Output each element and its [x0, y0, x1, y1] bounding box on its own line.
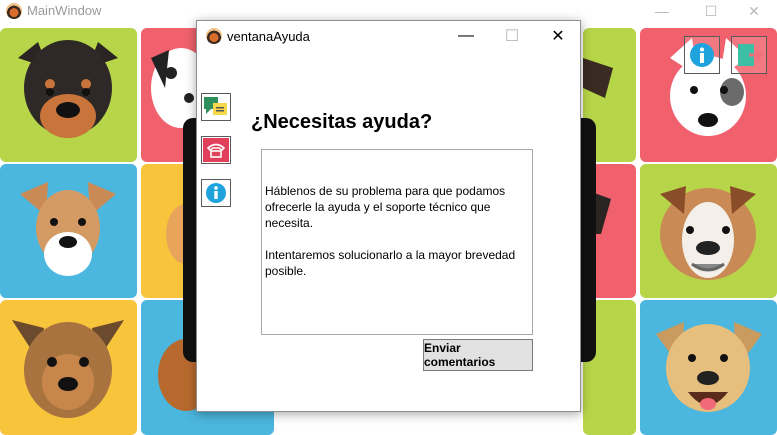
- exit-door-icon: [738, 44, 763, 66]
- labrador-image: [656, 322, 762, 412]
- info-icon: [690, 43, 714, 67]
- fox-terrier-image: [20, 182, 116, 276]
- dog-tile-yorkshire[interactable]: [0, 300, 137, 435]
- close-button[interactable]: ✕: [731, 0, 777, 22]
- dog-app-icon: [206, 28, 222, 44]
- dog-app-icon: [6, 3, 22, 19]
- dialog-titlebar: ventanaAyuda — ☐ ✕: [197, 21, 580, 51]
- chat-icon: [204, 97, 227, 115]
- send-feedback-button[interactable]: Enviar comentarios: [423, 339, 533, 371]
- bulldog-image: [660, 186, 756, 280]
- help-paragraph-2: Intentaremos solucionarlo a la mayor bre…: [265, 248, 516, 278]
- dog-tile-bulldog[interactable]: [640, 164, 777, 298]
- main-exit-button[interactable]: [731, 36, 767, 74]
- dialog-close-button[interactable]: ✕: [535, 21, 581, 51]
- phone-button[interactable]: [201, 136, 231, 164]
- dog-tile-rottweiler[interactable]: [0, 28, 137, 162]
- main-window-title: MainWindow: [27, 3, 102, 18]
- main-titlebar: MainWindow — ☐ ✕: [0, 0, 777, 22]
- phone-icon: [203, 138, 229, 162]
- help-paragraph-1: Háblenos de su problema para que podamos…: [265, 184, 506, 230]
- help-dialog: ventanaAyuda — ☐ ✕ ¿Necesitas ayuda? Háb…: [196, 20, 581, 412]
- info-icon: [206, 183, 226, 203]
- minimize-button[interactable]: —: [639, 0, 685, 22]
- info-button[interactable]: [201, 179, 231, 207]
- dialog-title: ventanaAyuda: [227, 29, 310, 44]
- chat-button[interactable]: [201, 93, 231, 121]
- main-info-button[interactable]: [684, 36, 720, 74]
- yorkshire-image: [12, 320, 124, 418]
- dialog-minimize-button[interactable]: —: [443, 21, 489, 51]
- dog-tile-fox-terrier[interactable]: [0, 164, 137, 298]
- maximize-button[interactable]: ☐: [688, 0, 734, 22]
- dog-tile-labrador[interactable]: [640, 300, 777, 435]
- help-message-textbox[interactable]: Háblenos de su problema para que podamos…: [261, 149, 533, 335]
- help-heading: ¿Necesitas ayuda?: [251, 111, 433, 133]
- dialog-maximize-button[interactable]: ☐: [489, 21, 535, 51]
- rottweiler-image: [18, 40, 118, 138]
